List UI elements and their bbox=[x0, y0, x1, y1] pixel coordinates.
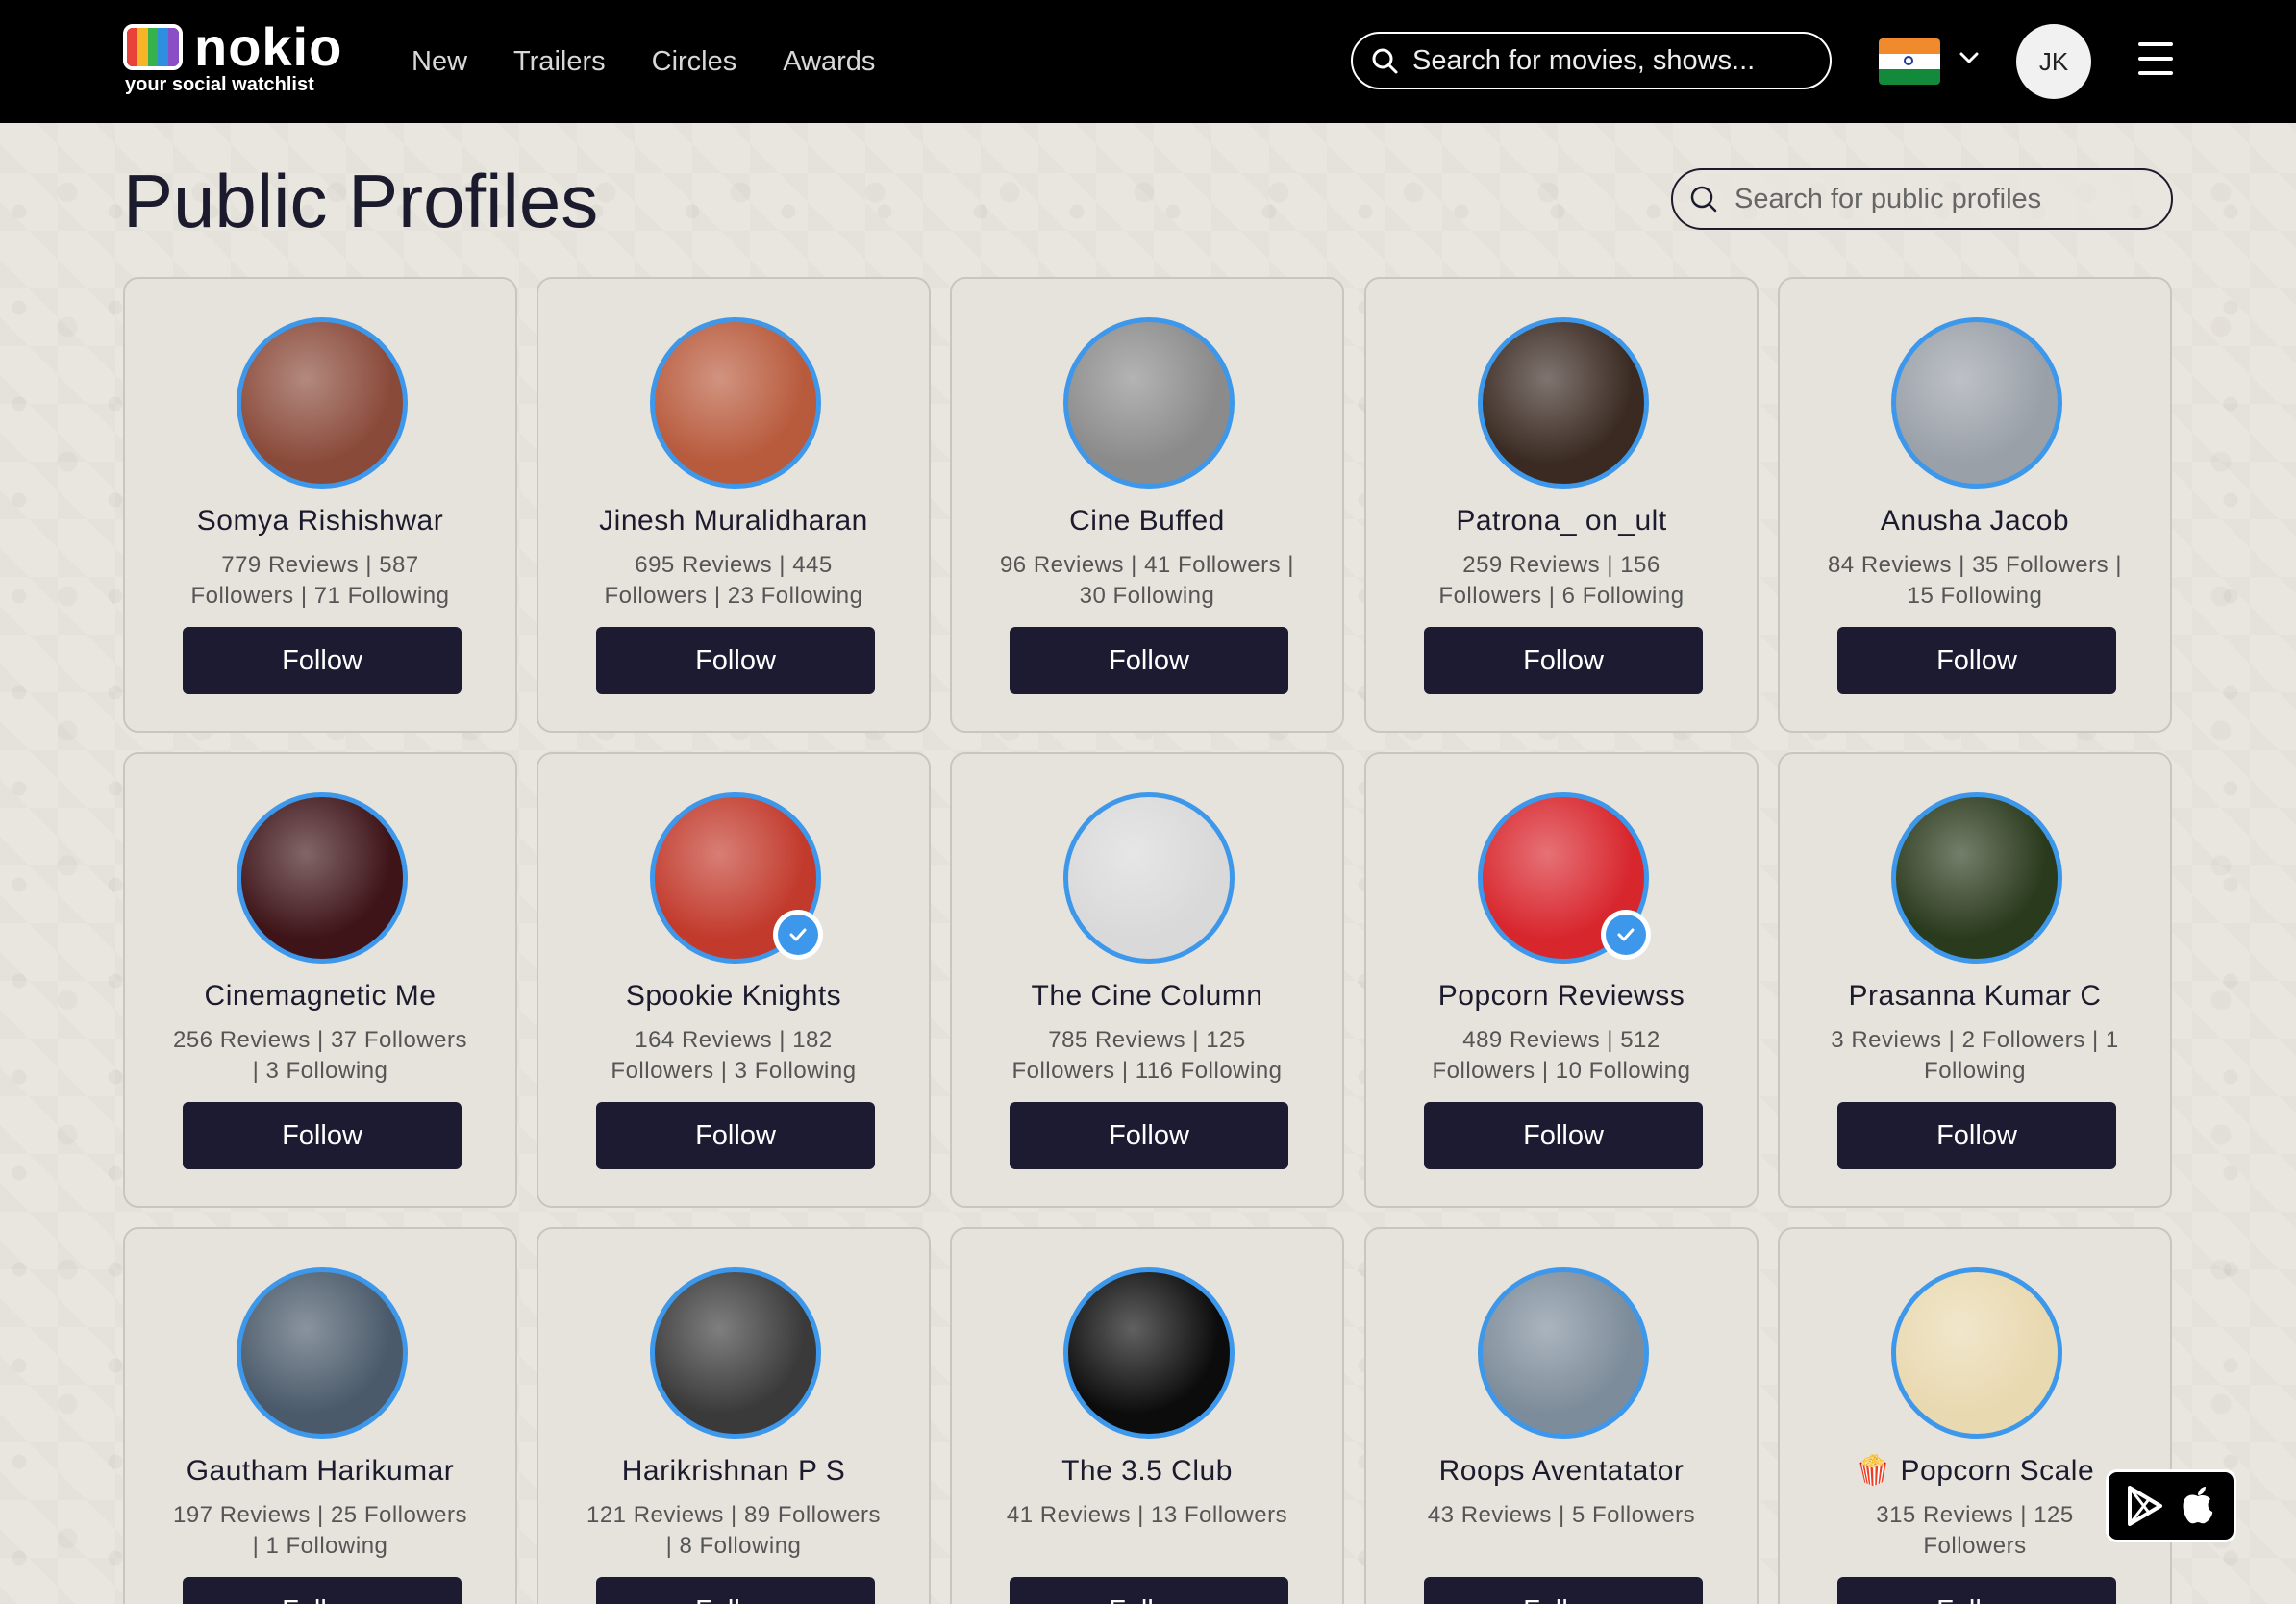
profile-card[interactable]: Roops Aventatator 43 Reviews | 5 Follower… bbox=[1364, 1227, 1759, 1604]
google-play-icon[interactable] bbox=[2126, 1486, 2164, 1526]
top-navbar: nokio your social watchlist New Trailers… bbox=[0, 0, 2296, 123]
brand-name: nokio bbox=[194, 16, 343, 77]
profile-avatar[interactable] bbox=[237, 1267, 408, 1439]
follow-button[interactable]: Follow bbox=[183, 1577, 462, 1604]
verified-badge-icon bbox=[773, 910, 823, 960]
profile-name[interactable]: Harikrishnan P S bbox=[548, 1452, 919, 1491]
follow-button[interactable]: Follow bbox=[183, 1102, 462, 1169]
profile-avatar[interactable] bbox=[1063, 317, 1235, 489]
profile-name[interactable]: Cinemagnetic Me bbox=[135, 977, 506, 1015]
profile-card[interactable]: The Cine Column 785 Reviews | 125 Followe… bbox=[950, 752, 1344, 1208]
profile-card[interactable]: Anusha Jacob 84 Reviews | 35 Followers | … bbox=[1778, 277, 2172, 733]
profile-avatar[interactable] bbox=[1478, 1267, 1649, 1439]
profile-card[interactable]: Prasanna Kumar C 3 Reviews | 2 Followers … bbox=[1778, 752, 2172, 1208]
profile-search[interactable] bbox=[1671, 168, 2173, 230]
main-nav: New Trailers Circles Awards bbox=[412, 38, 875, 85]
profile-avatar[interactable] bbox=[650, 317, 821, 489]
follow-button[interactable]: Follow bbox=[1010, 627, 1288, 694]
profile-stats: 164 Reviews | 182 Followers | 3 Followin… bbox=[611, 1027, 857, 1084]
search-icon bbox=[1690, 186, 1717, 213]
follow-button[interactable]: Follow bbox=[596, 1577, 875, 1604]
profile-stats: 489 Reviews | 512 Followers | 10 Followi… bbox=[1432, 1027, 1691, 1084]
profile-card[interactable]: Somya Rishishwar 779 Reviews | 587 Follow… bbox=[123, 277, 517, 733]
profile-avatar[interactable] bbox=[650, 1267, 821, 1439]
profile-name[interactable]: Roops Aventatator bbox=[1376, 1452, 1747, 1491]
profile-card[interactable]: Patrona_ on_ult 259 Reviews | 156 Followe… bbox=[1364, 277, 1759, 733]
follow-button[interactable]: Follow bbox=[1010, 1102, 1288, 1169]
follow-button[interactable]: Follow bbox=[1837, 627, 2116, 694]
profile-name[interactable]: The 3.5 Club bbox=[961, 1452, 1333, 1491]
profile-stats: 259 Reviews | 156 Followers | 6 Followin… bbox=[1438, 552, 1685, 609]
nokio-logo[interactable]: nokio your social watchlist bbox=[123, 16, 354, 99]
profile-card[interactable]: The 3.5 Club 41 Reviews | 13 Followers Fol… bbox=[950, 1227, 1344, 1604]
user-avatar[interactable]: JK bbox=[2016, 24, 2091, 99]
profile-name[interactable]: Patrona_ on_ult bbox=[1376, 502, 1747, 540]
profile-name[interactable]: Popcorn Reviewss bbox=[1376, 977, 1747, 1015]
profile-avatar[interactable] bbox=[237, 317, 408, 489]
profile-stats: 256 Reviews | 37 Followers | 3 Following bbox=[172, 1027, 468, 1084]
hamburger-menu-icon[interactable] bbox=[2138, 42, 2173, 77]
tv-logo-icon bbox=[123, 24, 183, 70]
nav-trailers[interactable]: Trailers bbox=[513, 38, 606, 85]
profile-card[interactable]: 🍿 Popcorn Scale 315 Reviews | 125 Followe… bbox=[1778, 1227, 2172, 1604]
nav-circles[interactable]: Circles bbox=[652, 38, 737, 85]
profile-name[interactable]: Anusha Jacob bbox=[1789, 502, 2160, 540]
profile-card[interactable]: Popcorn Reviewss 489 Reviews | 512 Follow… bbox=[1364, 752, 1759, 1208]
profile-stats: 695 Reviews | 445 Followers | 23 Followi… bbox=[604, 552, 863, 609]
app-download-badge[interactable] bbox=[2106, 1469, 2236, 1542]
profile-name[interactable]: Jinesh Muralidharan bbox=[548, 502, 919, 540]
follow-button[interactable]: Follow bbox=[183, 627, 462, 694]
profile-avatar[interactable] bbox=[1891, 792, 2062, 964]
profile-stats: 121 Reviews | 89 Followers | 8 Following bbox=[586, 1502, 882, 1559]
profile-avatar[interactable] bbox=[1063, 792, 1235, 964]
profile-card[interactable]: Spookie Knights 164 Reviews | 182 Followe… bbox=[537, 752, 931, 1208]
profile-search-input[interactable] bbox=[1733, 182, 2140, 216]
follow-button[interactable]: Follow bbox=[1837, 1577, 2116, 1604]
follow-button[interactable]: Follow bbox=[1424, 1577, 1703, 1604]
profile-card[interactable]: Jinesh Muralidharan 695 Reviews | 445 Fol… bbox=[537, 277, 931, 733]
chevron-down-icon[interactable] bbox=[1958, 50, 1981, 65]
profile-stats: 96 Reviews | 41 Followers | 30 Following bbox=[999, 552, 1295, 609]
profile-avatar[interactable] bbox=[1063, 1267, 1235, 1439]
page-title: Public Profiles bbox=[123, 159, 599, 243]
profile-card[interactable]: Harikrishnan P S 121 Reviews | 89 Followe… bbox=[537, 1227, 931, 1604]
profile-card[interactable]: Gautham Harikumar 197 Reviews | 25 Follow… bbox=[123, 1227, 517, 1604]
profile-name[interactable]: Gautham Harikumar bbox=[135, 1452, 506, 1491]
follow-button[interactable]: Follow bbox=[596, 1102, 875, 1169]
profile-avatar[interactable] bbox=[1891, 317, 2062, 489]
profile-card[interactable]: Cine Buffed 96 Reviews | 41 Followers | 3… bbox=[950, 277, 1344, 733]
brand-tagline: your social watchlist bbox=[125, 74, 314, 95]
profile-name[interactable]: Cine Buffed bbox=[961, 502, 1333, 540]
nav-awards[interactable]: Awards bbox=[783, 38, 875, 85]
india-flag-icon[interactable] bbox=[1879, 38, 1940, 85]
profile-stats: 41 Reviews | 13 Followers bbox=[1006, 1502, 1288, 1528]
profile-stats: 779 Reviews | 587 Followers | 71 Followi… bbox=[190, 552, 450, 609]
verified-badge-icon bbox=[1601, 910, 1651, 960]
profile-name[interactable]: Spookie Knights bbox=[548, 977, 919, 1015]
follow-button[interactable]: Follow bbox=[1837, 1102, 2116, 1169]
profile-name[interactable]: The Cine Column bbox=[961, 977, 1333, 1015]
profile-avatar[interactable] bbox=[237, 792, 408, 964]
profile-avatar[interactable] bbox=[1891, 1267, 2062, 1439]
follow-button[interactable]: Follow bbox=[1424, 1102, 1703, 1169]
profile-name[interactable]: Prasanna Kumar C bbox=[1789, 977, 2160, 1015]
profile-stats: 315 Reviews | 125 Followers bbox=[1876, 1502, 2074, 1559]
profile-avatar[interactable] bbox=[1478, 317, 1649, 489]
apple-icon[interactable] bbox=[2180, 1485, 2216, 1527]
profile-stats: 197 Reviews | 25 Followers | 1 Following bbox=[172, 1502, 468, 1559]
follow-button[interactable]: Follow bbox=[1424, 627, 1703, 694]
profile-stats: 785 Reviews | 125 Followers | 116 Follow… bbox=[1011, 1027, 1283, 1084]
profile-name[interactable]: Somya Rishishwar bbox=[135, 502, 506, 540]
follow-button[interactable]: Follow bbox=[1010, 1577, 1288, 1604]
search-icon bbox=[1372, 48, 1398, 74]
follow-button[interactable]: Follow bbox=[596, 627, 875, 694]
global-search[interactable] bbox=[1351, 32, 1832, 89]
global-search-input[interactable] bbox=[1410, 43, 1799, 78]
profiles-grid: Somya Rishishwar 779 Reviews | 587 Follow… bbox=[123, 277, 2173, 1604]
profile-card[interactable]: Cinemagnetic Me 256 Reviews | 37 Follower… bbox=[123, 752, 517, 1208]
profile-stats: 43 Reviews | 5 Followers bbox=[1427, 1502, 1696, 1528]
profile-stats: 3 Reviews | 2 Followers | 1 Following bbox=[1831, 1027, 2119, 1084]
nav-new[interactable]: New bbox=[412, 38, 467, 85]
profile-stats: 84 Reviews | 35 Followers | 15 Following bbox=[1827, 552, 2123, 609]
